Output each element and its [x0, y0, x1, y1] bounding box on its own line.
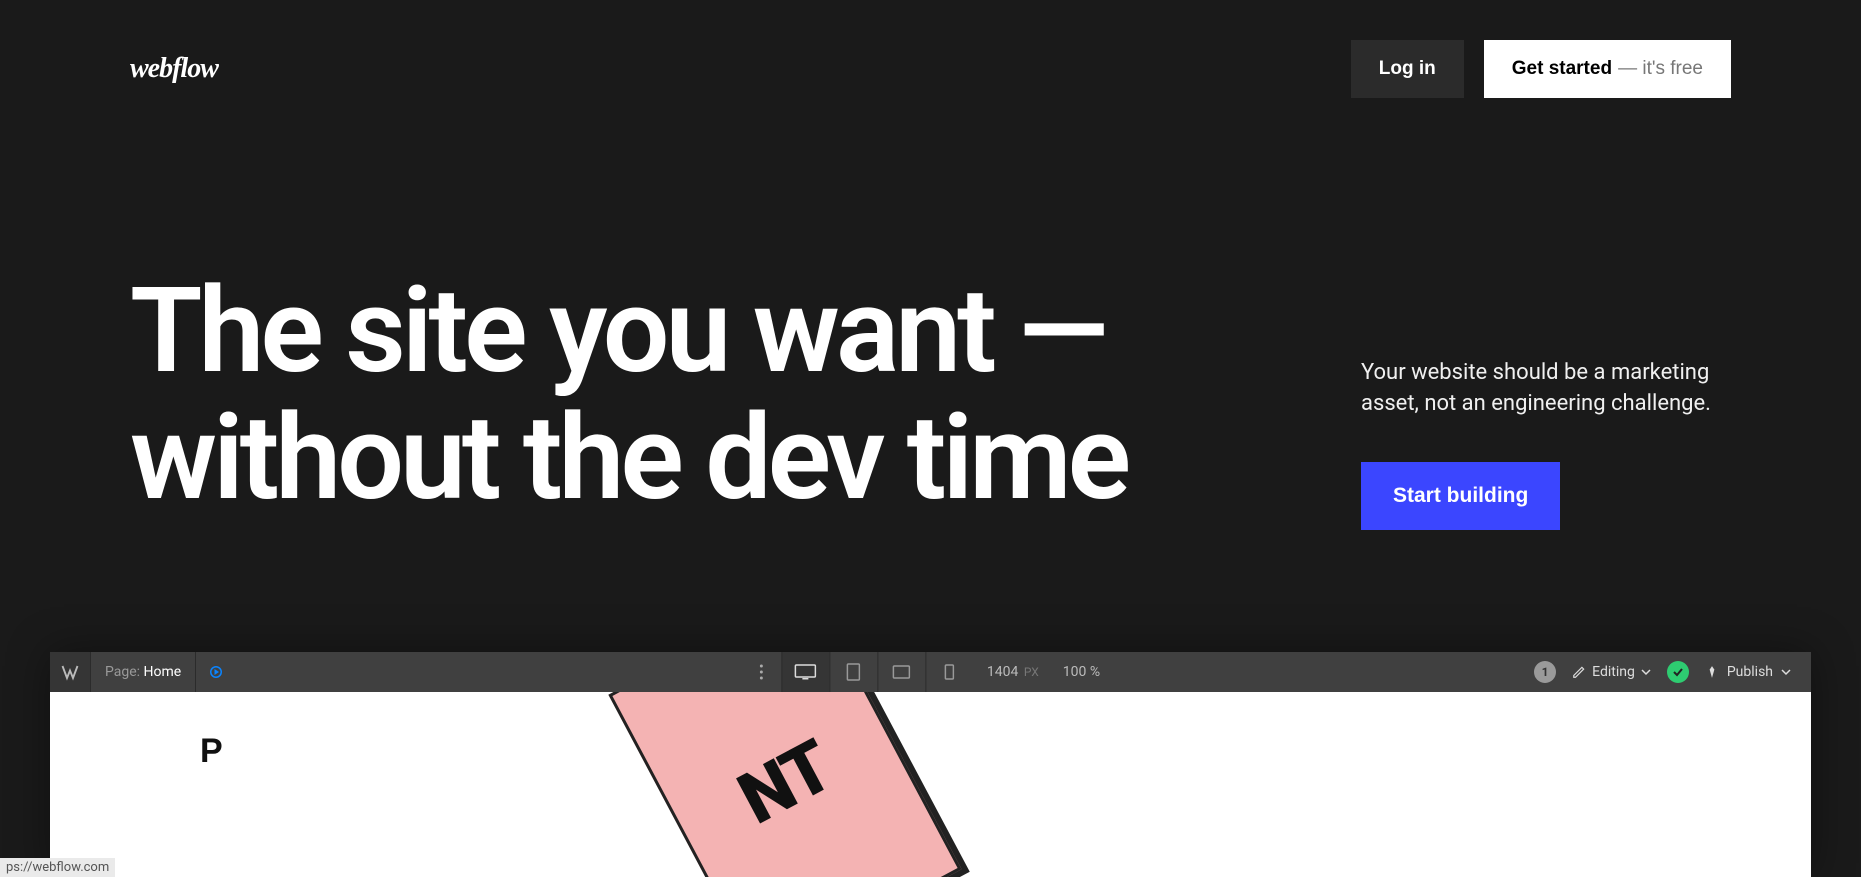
page-name: Home	[144, 664, 182, 680]
designer-preview: Page: Home 1404 P	[50, 652, 1811, 877]
get-started-suffix: — it's free	[1618, 58, 1703, 80]
page-label: Page:	[105, 664, 140, 680]
designer-toolbar: Page: Home 1404 P	[50, 652, 1811, 692]
canvas-card-text: NT	[725, 723, 845, 841]
status-check-icon[interactable]	[1667, 661, 1689, 683]
canvas-card: NT	[608, 692, 961, 877]
preview-icon[interactable]	[196, 663, 236, 681]
start-building-button[interactable]: Start building	[1361, 462, 1560, 530]
nav-buttons: Log in Get started — it's free	[1351, 40, 1731, 98]
hero-title: The site you want — without the dev time	[130, 268, 1241, 523]
notification-badge[interactable]: 1	[1534, 661, 1556, 683]
get-started-label: Get started	[1512, 58, 1612, 80]
canvas-logo-letter: P	[200, 732, 223, 771]
mode-selector[interactable]: Editing	[1572, 664, 1651, 680]
webflow-logo[interactable]: webflow	[130, 53, 218, 85]
canvas-width[interactable]: 1404 PX	[973, 664, 1053, 680]
pencil-icon	[1572, 665, 1586, 679]
tablet-landscape-breakpoint-icon[interactable]	[877, 652, 925, 692]
canvas-width-unit: PX	[1024, 665, 1039, 679]
mode-label: Editing	[1592, 664, 1635, 680]
canvas-width-value: 1404	[987, 664, 1018, 680]
get-started-button[interactable]: Get started — it's free	[1484, 40, 1731, 98]
zoom-level[interactable]: 100 %	[1053, 664, 1110, 680]
hero-side: Your website should be a marketing asset…	[1361, 268, 1731, 530]
hero-description: Your website should be a marketing asset…	[1361, 358, 1731, 420]
chevron-down-icon	[1781, 667, 1791, 677]
page-selector[interactable]: Page: Home	[91, 664, 195, 680]
status-bar-url: ps://webflow.com	[0, 858, 115, 877]
hero-section: The site you want — without the dev time…	[0, 98, 1861, 530]
site-header: webflow Log in Get started — it's free	[0, 0, 1861, 98]
designer-canvas[interactable]: P NT	[50, 692, 1811, 877]
tablet-breakpoint-icon[interactable]	[829, 652, 877, 692]
designer-logo-icon[interactable]	[50, 652, 90, 692]
toolbar-right: 1 Editing Publish	[1534, 652, 1811, 692]
publish-label: Publish	[1727, 664, 1773, 680]
chevron-down-icon	[1641, 667, 1651, 677]
login-button[interactable]: Log in	[1351, 40, 1464, 98]
publish-button[interactable]: Publish	[1705, 664, 1791, 680]
desktop-breakpoint-icon[interactable]	[781, 652, 829, 692]
rocket-icon	[1705, 665, 1719, 679]
toolbar-center: 1404 PX 100 %	[751, 652, 1110, 692]
mobile-breakpoint-icon[interactable]	[925, 652, 973, 692]
more-icon[interactable]	[751, 664, 771, 680]
